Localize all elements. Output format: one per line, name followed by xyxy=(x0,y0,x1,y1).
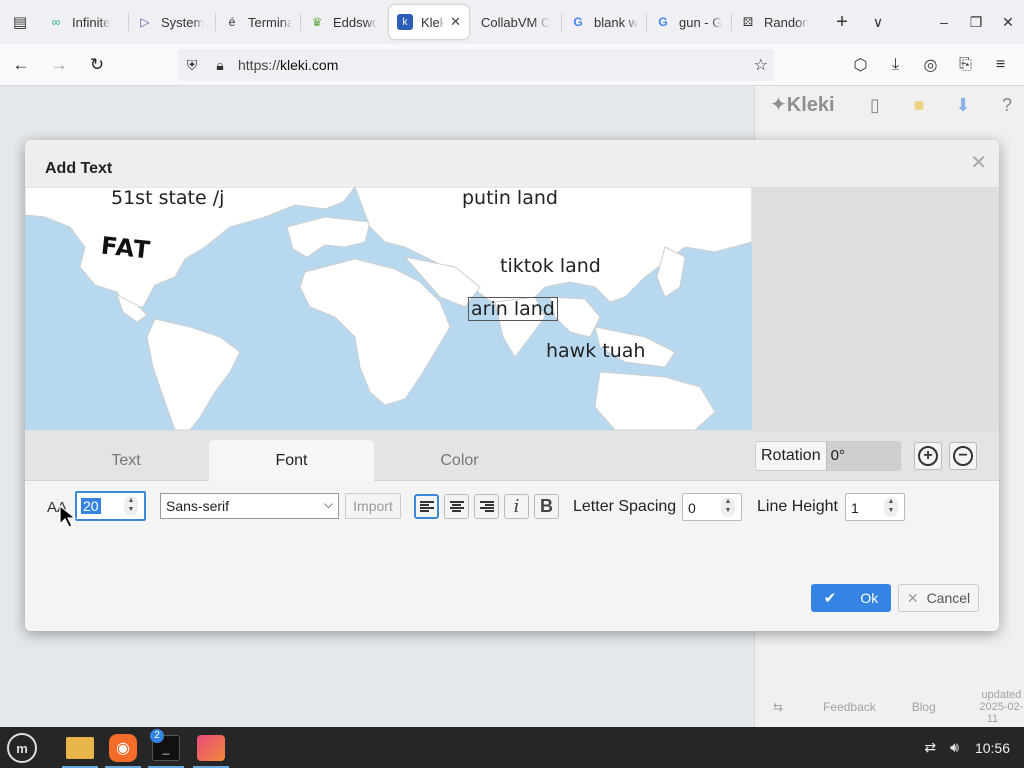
add-text-dialog: Add Text ✕ 51st state /j putin land FAT … xyxy=(25,140,999,631)
tab-terminal[interactable]: é Termina xyxy=(216,5,300,39)
rotation-label: Rotation xyxy=(761,447,821,464)
eddsworld-icon: ♛ xyxy=(311,15,323,29)
tab-blank[interactable]: G blank w xyxy=(562,5,646,39)
tab-infinite[interactable]: ∞ Infinite xyxy=(40,5,128,39)
close-icon: ✕ xyxy=(906,589,919,606)
preview-text-putin-land: putin land xyxy=(462,187,558,209)
terminal-app-icon[interactable]: _ 2 xyxy=(148,729,184,768)
tab-eddsworld[interactable]: ♛ Eddswo xyxy=(301,5,385,39)
world-map xyxy=(25,187,752,430)
tab-random[interactable]: ⚄ Random xyxy=(732,5,816,39)
chevron-down-icon[interactable]: ∨ xyxy=(860,4,896,40)
align-right-button[interactable] xyxy=(474,494,499,519)
start-menu-icon[interactable]: m xyxy=(4,730,40,766)
tab-color[interactable]: Color xyxy=(377,440,542,481)
firefox-app-icon[interactable]: ◉ xyxy=(105,730,141,768)
align-right-icon xyxy=(479,500,494,513)
volume-icon[interactable]: 🔊︎ xyxy=(950,739,959,756)
close-icon[interactable]: ✕ xyxy=(970,150,987,175)
lock-icon[interactable]: 🔒︎ xyxy=(206,57,234,74)
tab-system[interactable]: ▷ System xyxy=(129,5,215,39)
zoom-in-button[interactable]: + xyxy=(914,442,942,470)
forward-icon[interactable]: → xyxy=(42,48,76,82)
check-icon: ✔ xyxy=(823,590,837,607)
image-viewer-app-icon[interactable] xyxy=(193,730,229,768)
list-all-tabs-icon[interactable]: ▤ xyxy=(0,0,40,44)
ok-button[interactable]: ✔ Ok xyxy=(811,584,891,612)
letter-spacing-input[interactable]: 0 ▲ ▼ xyxy=(682,493,742,521)
reload-icon[interactable]: ↻ xyxy=(80,48,114,82)
tab-collabvm[interactable]: CollabVM C xyxy=(473,5,561,39)
shield-icon[interactable]: ⛨ xyxy=(178,57,206,74)
e-accent-icon: é xyxy=(228,15,236,29)
font-family-select[interactable]: Sans-serif ⌵ xyxy=(160,493,339,519)
files-app-icon[interactable] xyxy=(62,730,98,768)
tab-text[interactable]: Text xyxy=(45,440,207,481)
play-icon: ▷ xyxy=(140,15,150,29)
rotation-control[interactable]: Rotation 0° xyxy=(755,441,901,471)
url-bar[interactable]: ⛨ 🔒︎ https://kleki.com ☆ xyxy=(178,49,774,81)
infinity-icon: ∞ xyxy=(51,15,61,29)
rotation-value[interactable]: 0° xyxy=(825,442,900,470)
size-stepper-icon[interactable]: ▲ ▼ xyxy=(124,496,138,516)
letter-spacing-label: Letter Spacing xyxy=(573,498,677,515)
italic-button[interactable]: i xyxy=(504,494,529,519)
account-icon[interactable]: ◎ xyxy=(913,48,948,82)
preview-text-arin-land[interactable]: arin land xyxy=(468,297,558,321)
dialog-title: Add Text xyxy=(45,160,113,177)
download-icon[interactable]: ⤓ xyxy=(878,48,913,82)
kleki-icon: k xyxy=(397,14,413,30)
navigation-bar: ← → ↻ ⛨ 🔒︎ https://kleki.com ☆ ⬡ ⤓ ◎ ⎘ ≡ xyxy=(0,44,1024,86)
bookmark-star-icon[interactable]: ☆ xyxy=(754,55,768,75)
map-preview[interactable]: 51st state /j putin land FAT tiktok land… xyxy=(25,187,752,430)
close-tab-icon[interactable]: ✕ xyxy=(450,14,461,30)
preview-text-51st-state: 51st state /j xyxy=(111,187,225,209)
align-center-button[interactable] xyxy=(444,494,469,519)
tab-font[interactable]: Font xyxy=(209,440,374,481)
pocket-icon[interactable]: ⬡ xyxy=(843,48,878,82)
toolbar-right: ⬡ ⤓ ◎ ⎘ ≡ xyxy=(843,48,1018,82)
google-icon: G xyxy=(658,15,668,29)
url-text[interactable]: https://kleki.com xyxy=(238,57,338,73)
new-tab-icon[interactable]: + xyxy=(824,4,860,40)
cancel-button[interactable]: ✕ Cancel xyxy=(898,584,979,612)
spacing-stepper-icon[interactable]: ▲ ▼ xyxy=(721,497,735,517)
align-left-button[interactable] xyxy=(414,494,439,519)
zoom-out-button[interactable]: − xyxy=(949,442,977,470)
minus-icon: − xyxy=(953,446,973,466)
font-size-input[interactable]: 20 ▲ ▼ xyxy=(75,491,146,521)
google-icon: G xyxy=(573,15,583,29)
text-options-tabs: Text Font Color Rotation 0° + − xyxy=(25,431,999,481)
preview-text-tiktok-land: tiktok land xyxy=(500,255,601,277)
align-left-icon xyxy=(419,500,434,513)
tab-kleki[interactable]: k Kleki ✕ xyxy=(389,5,469,39)
extensions-icon[interactable]: ⎘ xyxy=(948,48,983,82)
menu-icon[interactable]: ≡ xyxy=(983,48,1018,82)
taskbar: m ◉ _ 2 ⇄ 🔊︎ 10:56 xyxy=(0,727,1024,768)
tab-gun[interactable]: G gun - G xyxy=(647,5,731,39)
network-icon[interactable]: ⇄ xyxy=(924,739,936,756)
close-window-icon[interactable]: ✕ xyxy=(992,14,1024,31)
minimize-icon[interactable]: – xyxy=(928,14,960,30)
bold-button[interactable]: B xyxy=(534,494,559,519)
dice-icon: ⚄ xyxy=(742,15,754,29)
line-height-stepper-icon[interactable]: ▲ ▼ xyxy=(884,497,898,517)
window-count-badge: 2 xyxy=(150,729,164,743)
clock[interactable]: 10:56 xyxy=(975,740,1010,756)
back-icon[interactable]: ← xyxy=(4,48,38,82)
text-preview[interactable]: 51st state /j putin land FAT tiktok land… xyxy=(25,187,999,431)
align-center-icon xyxy=(449,500,464,513)
preview-text-fat: FAT xyxy=(99,231,153,265)
line-height-input[interactable]: 1 ▲ ▼ xyxy=(845,493,905,521)
window-controls: – ❐ ✕ xyxy=(928,0,1024,44)
line-height-label: Line Height xyxy=(757,498,838,515)
restore-icon[interactable]: ❐ xyxy=(960,14,992,31)
tab-strip: ▤ ∞ Infinite ▷ System é Termina ♛ Eddswo… xyxy=(0,0,1024,44)
plus-icon: + xyxy=(918,446,938,466)
mouse-cursor-icon xyxy=(59,505,77,528)
chevron-down-icon: ⌵ xyxy=(323,497,333,511)
import-font-button[interactable]: Import xyxy=(345,493,401,519)
preview-text-hawk-tuah: hawk tuah xyxy=(546,340,646,362)
font-options: AA 20 ▲ ▼ Sans-serif ⌵ Import i B Letter … xyxy=(25,481,999,631)
